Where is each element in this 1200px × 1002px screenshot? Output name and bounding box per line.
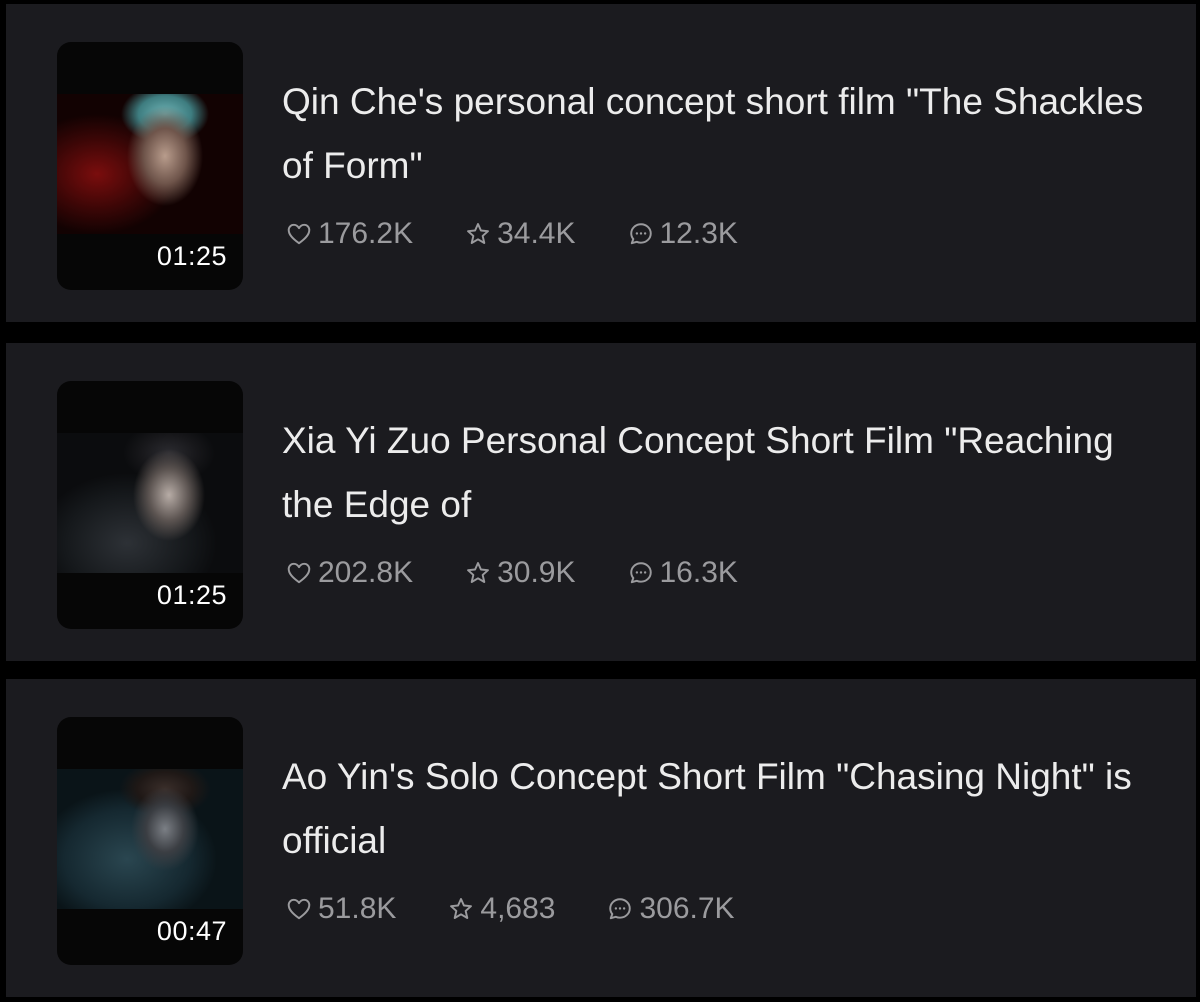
thumbnail-image (57, 769, 243, 909)
like-stat[interactable]: 176.2K (286, 217, 413, 251)
comment-icon (609, 898, 632, 920)
video-title[interactable]: Xia Yi Zuo Personal Concept Short Film "… (282, 409, 1162, 537)
video-card[interactable]: 00:47 Ao Yin's Solo Concept Short Film "… (6, 679, 1196, 997)
video-duration: 01:25 (156, 580, 227, 610)
video-thumbnail[interactable]: 00:47 (57, 717, 243, 965)
comment-count: 306.7K (639, 892, 735, 925)
video-title[interactable]: Qin Che's personal concept short film "T… (282, 70, 1162, 198)
comment-count: 16.3K (659, 556, 738, 589)
comment-stat[interactable]: 16.3K (628, 556, 738, 590)
favorite-count: 4,683 (480, 892, 556, 925)
video-duration: 00:47 (156, 916, 227, 946)
favorite-stat[interactable]: 34.4K (465, 217, 576, 251)
comment-icon (629, 223, 652, 245)
video-stats: 51.8K 4,683 306.7K (286, 889, 787, 929)
favorite-stat[interactable]: 30.9K (465, 556, 576, 590)
favorite-count: 34.4K (497, 217, 576, 250)
heart-icon (287, 223, 311, 245)
thumbnail-image (57, 433, 243, 573)
heart-icon (287, 898, 311, 920)
video-title[interactable]: Ao Yin's Solo Concept Short Film "Chasin… (282, 745, 1162, 873)
like-count: 202.8K (318, 556, 414, 589)
comment-icon (629, 562, 652, 584)
video-thumbnail[interactable]: 01:25 (57, 42, 243, 290)
like-stat[interactable]: 202.8K (286, 556, 413, 590)
comment-stat[interactable]: 306.7K (607, 892, 735, 926)
video-thumbnail[interactable]: 01:25 (57, 381, 243, 629)
video-stats: 176.2K 34.4K 12.3K (286, 214, 790, 254)
star-icon (450, 898, 473, 919)
video-card[interactable]: 01:25 Qin Che's personal concept short f… (6, 4, 1196, 322)
comment-stat[interactable]: 12.3K (628, 217, 738, 251)
star-icon (467, 223, 490, 244)
like-stat[interactable]: 51.8K (286, 892, 396, 926)
video-list: 01:25 Qin Che's personal concept short f… (0, 0, 1200, 1002)
video-duration: 01:25 (156, 241, 227, 271)
video-stats: 202.8K 30.9K 16.3K (286, 553, 790, 593)
thumbnail-image (57, 94, 243, 234)
comment-count: 12.3K (659, 217, 738, 250)
like-count: 51.8K (318, 892, 397, 925)
video-card[interactable]: 01:25 Xia Yi Zuo Personal Concept Short … (6, 343, 1196, 661)
heart-icon (287, 562, 311, 584)
favorite-stat[interactable]: 4,683 (448, 892, 555, 926)
favorite-count: 30.9K (497, 556, 576, 589)
star-icon (467, 562, 490, 583)
like-count: 176.2K (318, 217, 414, 250)
